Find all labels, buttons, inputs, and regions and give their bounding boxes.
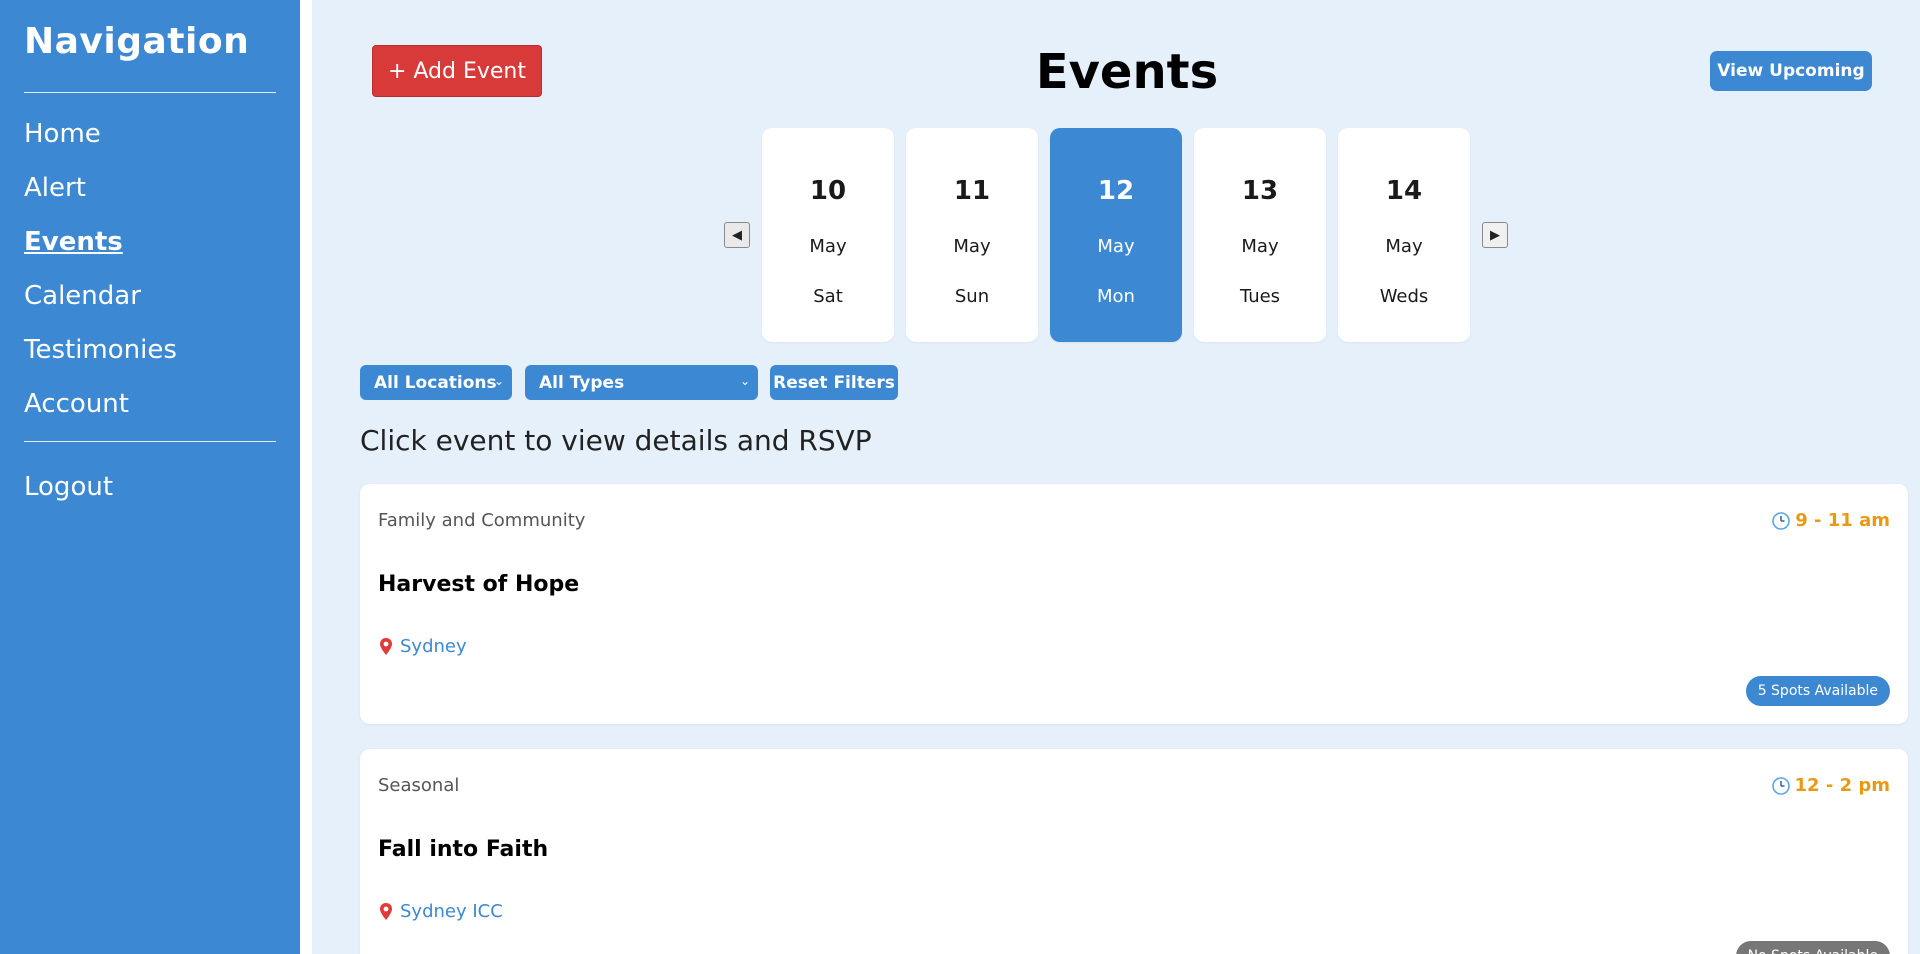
event-category: Family and Community	[378, 510, 586, 531]
chevron-left-icon: ◀	[732, 227, 742, 243]
date-day-number: 10	[809, 176, 847, 206]
chevron-right-icon: ▶	[1490, 227, 1500, 243]
map-pin-icon	[380, 902, 392, 920]
type-filter-select[interactable]: All Types ⌄	[525, 365, 758, 400]
date-card[interactable]: 11 May Sun	[906, 128, 1038, 342]
date-month: May	[1097, 236, 1135, 257]
date-weekday: Mon	[1097, 286, 1135, 307]
date-weekday: Sat	[813, 286, 843, 307]
chevron-down-icon: ⌄	[493, 374, 504, 388]
sidebar-item-testimonies[interactable]: Testimonies	[24, 323, 276, 377]
sidebar: Navigation Home Alert Events Calendar Te…	[0, 0, 300, 954]
date-day-number: 11	[953, 176, 991, 206]
sidebar-divider	[24, 441, 276, 442]
page-title: Events	[1035, 44, 1219, 100]
clock-icon	[1772, 511, 1791, 530]
event-location[interactable]: Sydney	[378, 636, 467, 657]
sidebar-item-home[interactable]: Home	[24, 107, 276, 161]
sidebar-gutter	[300, 0, 312, 954]
sidebar-item-alert[interactable]: Alert	[24, 161, 276, 215]
date-weekday: Weds	[1379, 286, 1429, 307]
clock-icon	[1771, 776, 1790, 795]
date-weekday: Tues	[1239, 286, 1281, 307]
sidebar-item-events[interactable]: Events	[24, 215, 276, 269]
type-filter-value: All Types	[539, 372, 625, 393]
next-dates-button[interactable]: ▶	[1482, 222, 1508, 248]
event-title: Harvest of Hope	[378, 572, 580, 597]
event-location-text: Sydney	[400, 636, 467, 657]
date-month: May	[1385, 236, 1423, 257]
date-month: May	[809, 236, 847, 257]
date-day-number: 12	[1097, 176, 1135, 206]
view-upcoming-button[interactable]: View Upcoming	[1710, 51, 1872, 91]
spots-badge: 5 Spots Available	[1745, 676, 1890, 706]
event-category: Seasonal	[378, 775, 460, 796]
sidebar-divider	[24, 92, 276, 93]
prev-dates-button[interactable]: ◀	[724, 222, 750, 248]
sidebar-title: Navigation	[24, 21, 250, 62]
date-card[interactable]: 10 May Sat	[762, 128, 894, 342]
add-event-button[interactable]: + Add Event	[372, 45, 542, 97]
date-card[interactable]: 13 May Tues	[1194, 128, 1326, 342]
instructions-text: Click event to view details and RSVP	[360, 424, 872, 457]
location-filter-select[interactable]: All Locations ⌄	[360, 365, 512, 400]
date-day-number: 13	[1241, 176, 1279, 206]
event-time: 9 - 11 am	[1771, 510, 1890, 531]
logout-link[interactable]: Logout	[24, 460, 276, 514]
event-location-text: Sydney ICC	[400, 901, 503, 922]
event-time-text: 12 - 2 pm	[1794, 775, 1890, 796]
map-pin-icon	[380, 637, 392, 655]
event-card[interactable]: Family and Community 9 - 11 am Harvest o…	[360, 484, 1908, 724]
sidebar-item-calendar[interactable]: Calendar	[24, 269, 276, 323]
location-filter-value: All Locations	[374, 372, 497, 393]
date-month: May	[1241, 236, 1279, 257]
event-time-text: 9 - 11 am	[1795, 510, 1890, 531]
event-title: Fall into Faith	[378, 837, 549, 862]
chevron-down-icon: ⌄	[739, 374, 750, 388]
event-card[interactable]: Seasonal 12 - 2 pm Fall into Faith Sydne…	[360, 749, 1908, 954]
date-day-number: 14	[1385, 176, 1423, 206]
spots-badge: No Spots Available	[1735, 941, 1890, 954]
reset-filters-button[interactable]: Reset Filters	[770, 365, 898, 400]
date-weekday: Sun	[954, 286, 990, 307]
sidebar-item-account[interactable]: Account	[24, 377, 276, 431]
date-card[interactable]: 14 May Weds	[1338, 128, 1470, 342]
date-month: May	[953, 236, 991, 257]
date-card-selected[interactable]: 12 May Mon	[1050, 128, 1182, 342]
event-location[interactable]: Sydney ICC	[378, 901, 503, 922]
event-time: 12 - 2 pm	[1771, 775, 1890, 796]
main-content: + Add Event Events View Upcoming ◀ 10 Ma…	[312, 0, 1920, 954]
